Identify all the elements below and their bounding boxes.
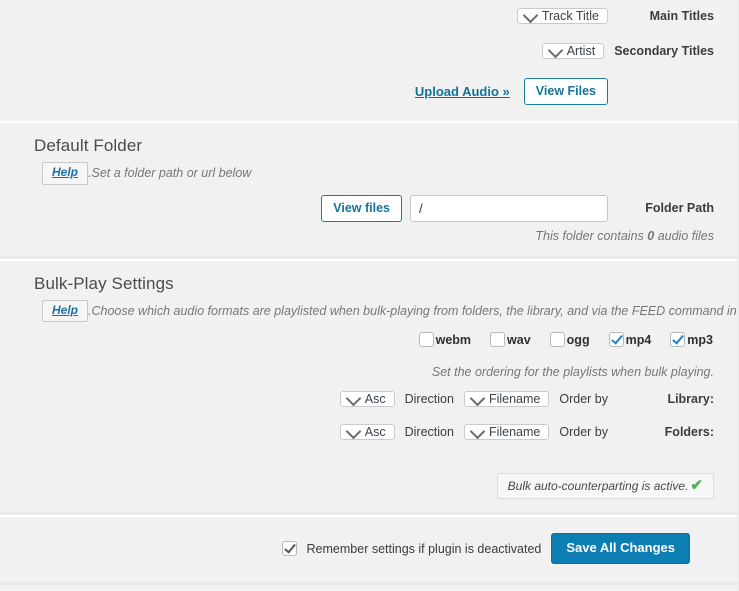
orderby-label-library: Order by [559,392,608,407]
folder-count-number: 0 [647,228,655,243]
settings-page: Main Titles Track Title Secondary Titles… [0,0,739,591]
counterparting-notice: ✔ .Bulk auto-counterparting is active [496,473,714,500]
ordering-row-folders: :Folders Order by Filename Direction Asc [8,414,714,447]
secondary-titles-select[interactable]: Artist [541,43,605,59]
format-item-mp3[interactable]: mp3 [670,332,714,348]
folder-path-row: Folder Path View files [8,189,714,225]
format-checkbox-ogg[interactable] [549,332,565,348]
folder-path-label: Folder Path [645,201,714,216]
orderby-label-folders: Order by [559,425,608,440]
format-item-mp4[interactable]: mp4 [608,332,653,348]
upload-audio-link[interactable]: « Upload Audio [415,84,510,99]
ordering-hint: .Set the ordering for the playlists when… [431,365,714,380]
main-titles-select[interactable]: Track Title [516,8,608,24]
bulk-play-hint-row: Help Choose which audio formats are play… [8,294,739,326]
ordering-hint-row: .Set the ordering for the playlists when… [8,351,714,385]
direction-select-library-wrapper[interactable]: Asc [339,387,395,411]
bulk-play-section: Bulk-Play Settings Help Choose which aud… [0,258,739,516]
default-folder-title: Default Folder [34,136,143,156]
format-item-ogg[interactable]: ogg [549,332,591,348]
footer-section: Save All Changes Remember settings if pl… [0,515,738,586]
format-checkbox-mp3[interactable] [670,332,686,348]
default-folder-hint-row: Help Set a folder path or url below. [8,156,714,188]
titles-section: Main Titles Track Title Secondary Titles… [0,0,738,122]
save-all-changes-button[interactable]: Save All Changes [551,533,690,565]
direction-select-folders[interactable]: Asc [339,424,395,441]
main-titles-label: Main Titles [649,9,714,23]
default-folder-section: Default Folder Help Set a folder path or… [0,121,738,259]
default-folder-hint: Set a folder path or url below. [88,166,252,181]
format-item-wav[interactable]: wav [490,332,532,348]
view-files-folder-button[interactable]: View files [321,194,402,222]
format-label-mp3: mp3 [687,332,713,347]
orderby-select-library[interactable]: Filename [463,391,550,408]
format-checkbox-mp4[interactable] [608,332,624,348]
direction-select-library[interactable]: Asc [339,391,395,408]
counterparting-notice-text: .Bulk auto-counterparting is active [507,478,689,493]
secondary-titles-row: Secondary Titles Artist [8,31,714,66]
default-folder-help-button[interactable]: Help [42,162,89,185]
audio-formats-row: mp3 mp4 ogg wav webm [8,326,714,351]
counterparting-notice-row: ✔ .Bulk auto-counterparting is active [8,447,714,515]
footer-actions: Save All Changes Remember settings if pl… [8,517,714,565]
upload-actions-row: View Files « Upload Audio [8,66,714,121]
ordering-row-library: :Library Order by Filename Direction Asc [8,385,714,414]
remember-settings-checkbox[interactable] [281,541,297,557]
orderby-select-folders-wrapper[interactable]: Filename [463,420,550,444]
folder-count-prefix: This folder contains [535,228,644,243]
bulk-play-help-button[interactable]: Help [42,299,89,323]
folder-path-input[interactable] [410,194,608,222]
orderby-select-folders[interactable]: Filename [463,424,550,441]
folder-count-row: This folder contains 0 audio files [8,225,714,259]
format-checkbox-webm[interactable] [418,332,434,348]
folder-file-count: This folder contains 0 audio files [431,229,714,243]
bulk-play-hint: Choose which audio formats are playliste… [88,304,739,319]
secondary-titles-select-wrapper[interactable]: Artist [541,39,605,63]
ordering-scope-label-folders: :Folders [664,425,714,440]
format-label-wav: wav [507,332,531,347]
format-label-ogg: ogg [566,332,590,347]
format-label-webm: webm [435,332,472,347]
bulk-play-title: Bulk-Play Settings [34,273,174,293]
folder-count-suffix: audio files [657,228,714,243]
view-files-button[interactable]: View Files [523,78,608,106]
orderby-select-library-wrapper[interactable]: Filename [463,387,550,411]
main-titles-row: Main Titles Track Title [8,0,714,31]
main-titles-select-wrapper[interactable]: Track Title [516,4,608,28]
check-mark-icon: ✔ [690,477,703,495]
format-label-mp4: mp4 [625,332,652,347]
secondary-titles-label: Secondary Titles [614,44,714,58]
ordering-scope-label-library: :Library [667,392,714,407]
direction-label-folders: Direction [404,425,454,440]
format-checkbox-wav[interactable] [490,332,506,348]
direction-select-folders-wrapper[interactable]: Asc [339,420,395,444]
format-item-webm[interactable]: webm [418,332,472,348]
direction-label-library: Direction [404,392,454,407]
remember-settings-label: Remember settings if plugin is deactivat… [306,541,542,556]
